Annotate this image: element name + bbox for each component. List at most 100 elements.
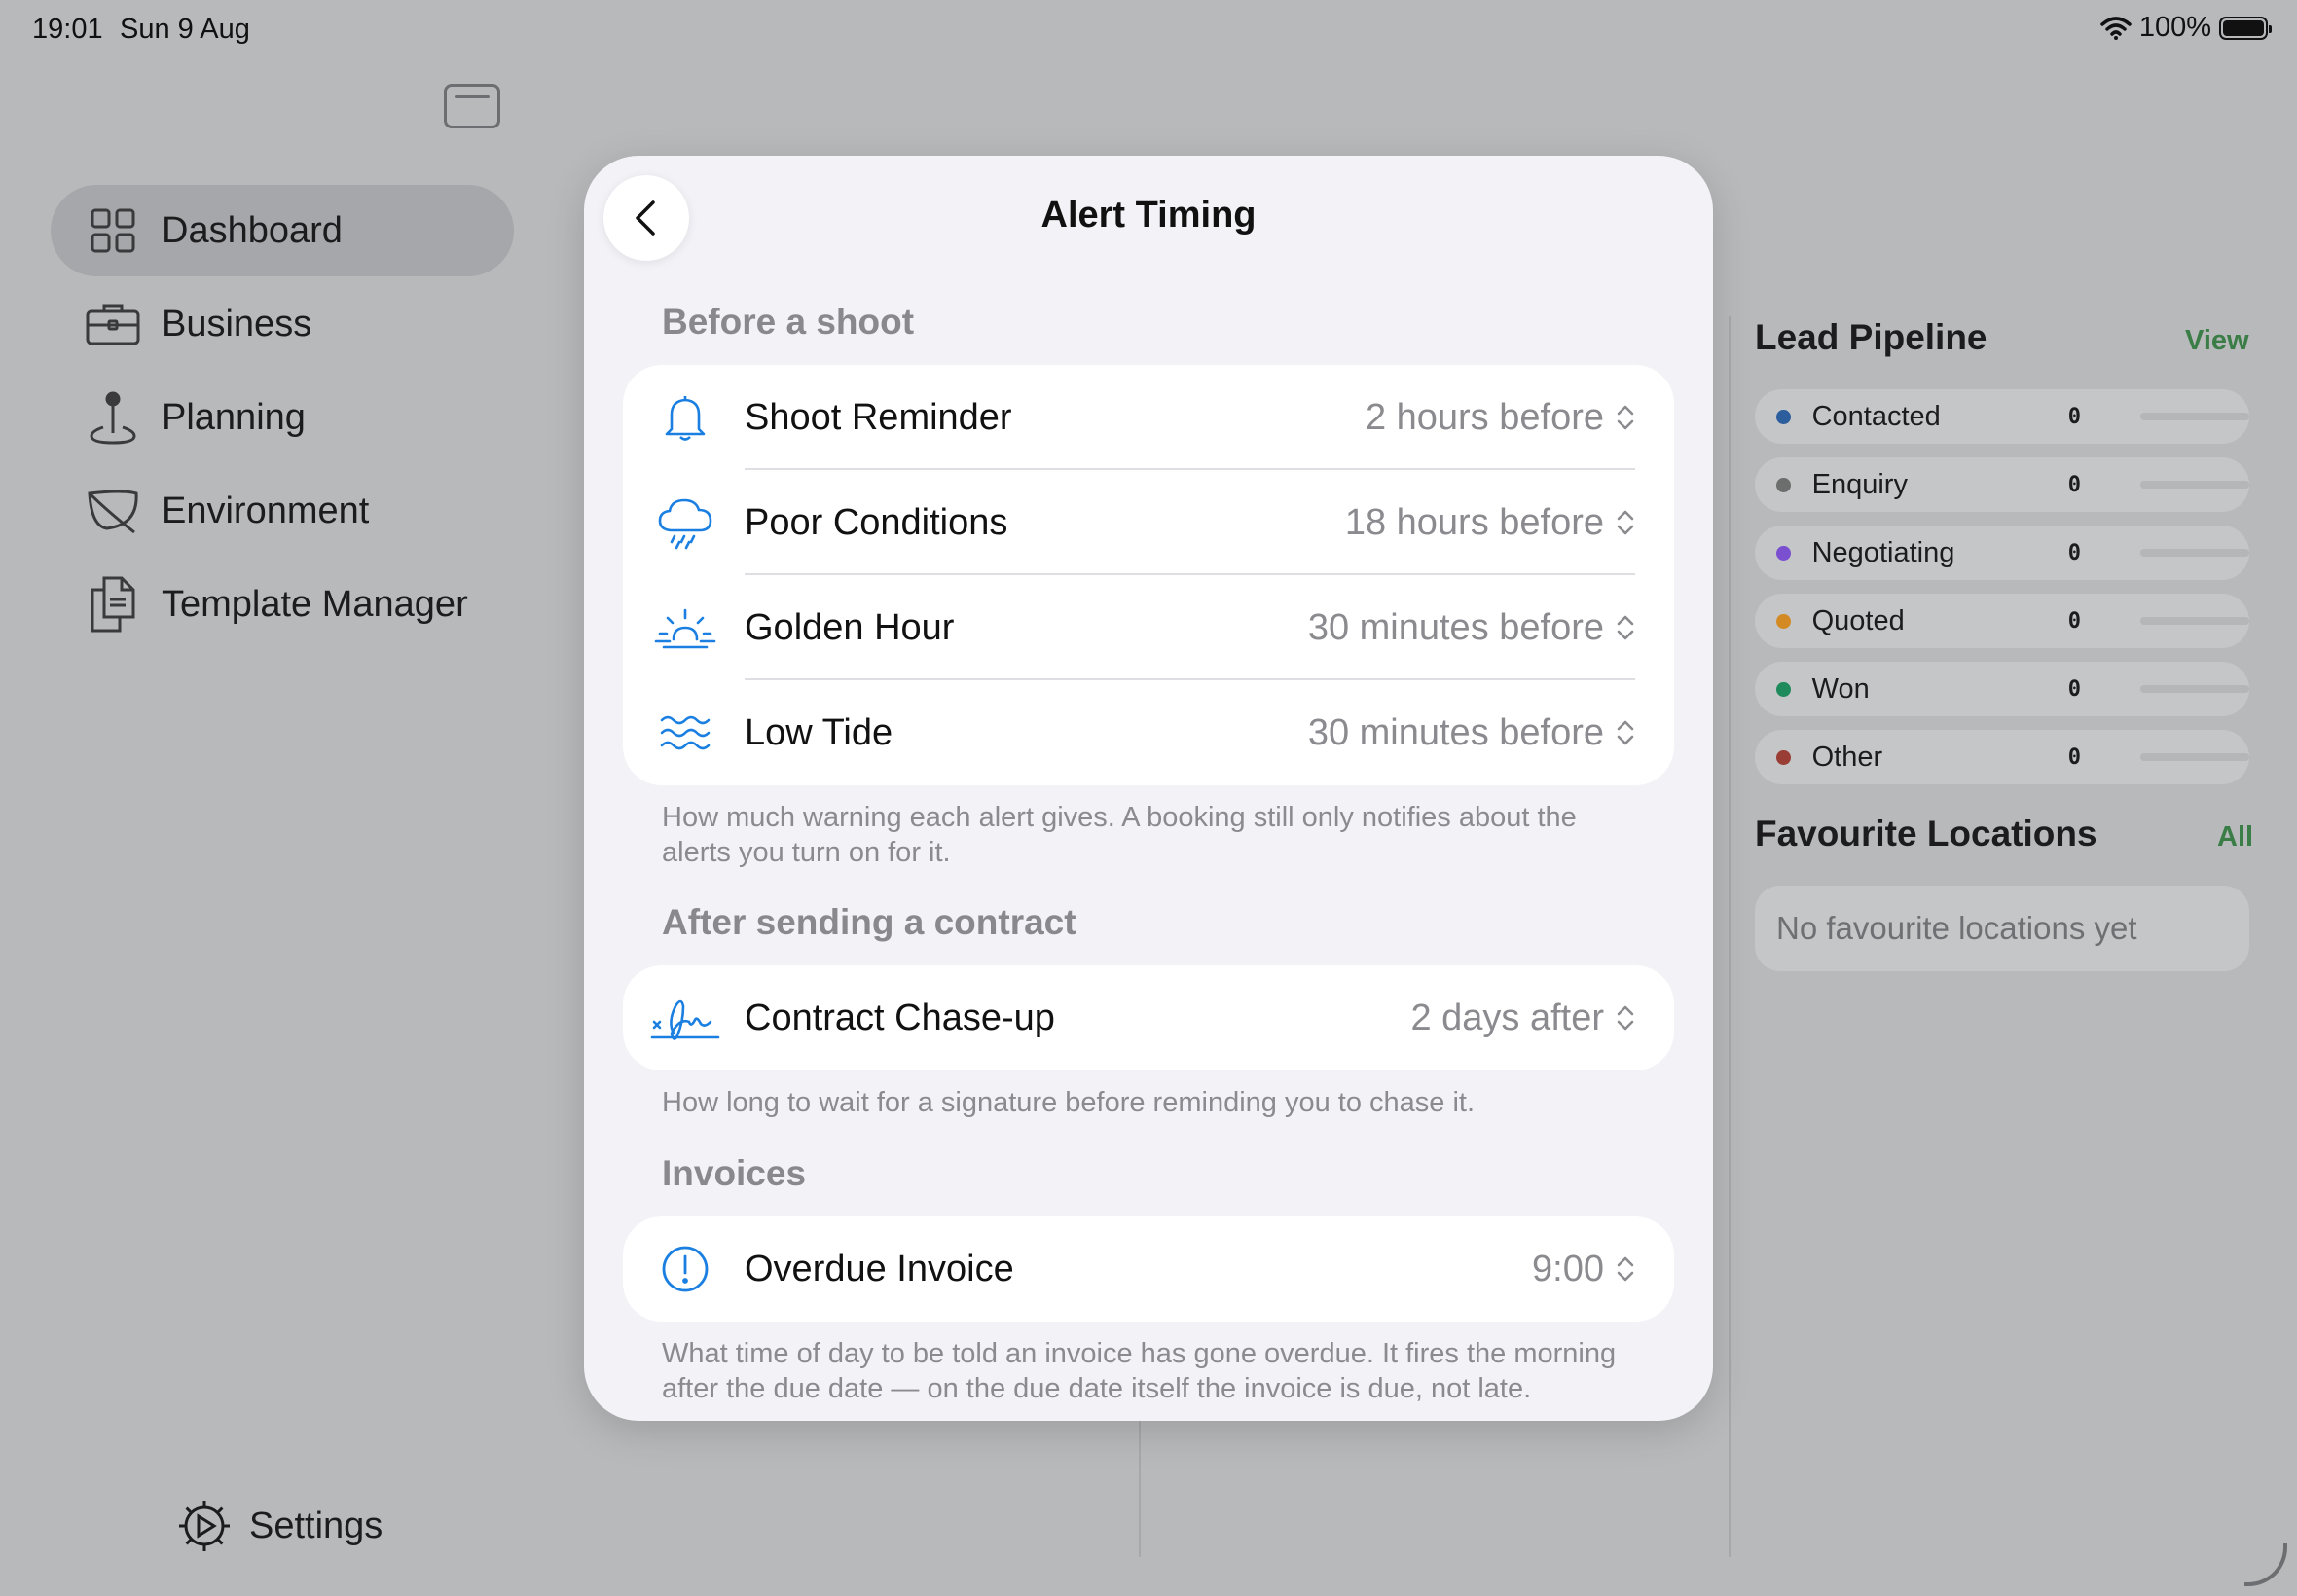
before-shoot-group: Shoot Reminder 2 hours before Poor Condi… — [623, 365, 1674, 785]
alert-value-picker[interactable]: 2 days after — [1410, 998, 1635, 1039]
alert-row-shoot-reminder[interactable]: Shoot Reminder 2 hours before — [623, 365, 1674, 470]
pipeline-label: Enquiry — [1811, 468, 1908, 500]
chevron-up-down-icon — [1617, 1005, 1634, 1031]
sidebar-item-environment[interactable]: Environment — [51, 465, 514, 557]
status-dot — [1776, 545, 1791, 561]
chevron-up-down-icon — [1617, 720, 1634, 745]
pipeline-row-enquiry[interactable]: Enquiry 0 — [1755, 457, 2249, 512]
section-header-invoices: Invoices — [662, 1153, 807, 1193]
chevron-up-down-icon — [1617, 405, 1634, 430]
alert-row-golden-hour[interactable]: Golden Hour 30 minutes before — [623, 575, 1674, 680]
sidebar-item-business[interactable]: Business — [51, 278, 514, 370]
section-footnote: What time of day to be told an invoice h… — [662, 1338, 1617, 1404]
pipeline-count: 0 — [2067, 404, 2081, 429]
alert-row-contract-chase-up[interactable]: Contract Chase-up 2 days after — [623, 965, 1674, 1070]
favourites-title: Favourite Locations — [1755, 814, 2097, 853]
grid-icon — [86, 203, 140, 258]
alert-label: Overdue Invoice — [745, 1248, 1014, 1289]
pipeline-label: Quoted — [1811, 604, 1905, 636]
pipeline-label: Contacted — [1811, 400, 1941, 432]
battery-icon — [2219, 16, 2272, 40]
alert-row-poor-conditions[interactable]: Poor Conditions 18 hours before — [623, 470, 1674, 575]
alert-value-picker[interactable]: 30 minutes before — [1308, 712, 1635, 754]
pipeline-count: 0 — [2067, 472, 2081, 497]
alert-value: 9:00 — [1532, 1248, 1604, 1289]
chevron-up-down-icon — [1617, 510, 1634, 535]
alert-label: Golden Hour — [745, 606, 955, 648]
after-contract-group: Contract Chase-up 2 days after — [623, 965, 1674, 1070]
pipeline-view-link[interactable]: View — [2185, 325, 2249, 357]
sunrise-icon — [654, 597, 716, 659]
pipeline-bar — [2139, 549, 2249, 557]
status-dot — [1776, 749, 1791, 765]
pipeline-row-contacted[interactable]: Contacted 0 — [1755, 389, 2249, 444]
resize-handle[interactable] — [2244, 1543, 2287, 1586]
sidebar-item-label: Template Manager — [162, 583, 468, 625]
sidebar-item-dashboard[interactable]: Dashboard — [51, 185, 514, 276]
map-pin-icon — [86, 390, 140, 445]
status-date: Sun 9 Aug — [120, 14, 250, 45]
alert-value-picker[interactable]: 2 hours before — [1366, 397, 1635, 439]
pipeline-bar — [2139, 617, 2249, 625]
pipeline-count: 0 — [2067, 676, 2081, 702]
chevron-up-down-icon — [1617, 615, 1634, 640]
alert-row-overdue-invoice[interactable]: Overdue Invoice 9:00 — [623, 1216, 1674, 1322]
pipeline-bar — [2139, 753, 2249, 761]
gear-icon — [179, 1501, 230, 1551]
favourites-empty-state: No favourite locations yet — [1755, 886, 2249, 971]
settings-label: Settings — [249, 1505, 383, 1546]
chevron-up-down-icon — [1617, 1256, 1634, 1282]
column-divider — [1139, 1411, 1141, 1557]
settings-button[interactable]: Settings — [177, 1499, 383, 1553]
status-time: 19:01 — [32, 14, 103, 45]
exclamation-circle-icon — [654, 1238, 716, 1300]
alert-value-picker[interactable]: 18 hours before — [1345, 502, 1635, 544]
leaf-icon — [86, 484, 140, 538]
bell-icon — [654, 386, 716, 449]
wifi-icon — [2100, 16, 2132, 40]
pipeline-bar — [2139, 481, 2249, 489]
sidebar-item-label: Environment — [162, 490, 370, 531]
section-header-before-shoot: Before a shoot — [662, 302, 915, 342]
pipeline-row-other[interactable]: Other 0 — [1755, 730, 2249, 784]
pipeline-row-won[interactable]: Won 0 — [1755, 662, 2249, 716]
alert-label: Contract Chase-up — [745, 997, 1055, 1038]
column-divider — [1729, 316, 1731, 1557]
pipeline-row-quoted[interactable]: Quoted 0 — [1755, 594, 2249, 648]
cloud-rain-icon — [654, 491, 716, 554]
section-footnote: How much warning each alert gives. A boo… — [662, 802, 1577, 868]
pipeline-bar — [2139, 685, 2249, 693]
sidebar-item-planning[interactable]: Planning — [51, 372, 514, 463]
alert-value: 2 hours before — [1365, 396, 1604, 438]
alert-value-picker[interactable]: 30 minutes before — [1308, 607, 1635, 649]
status-dot — [1776, 613, 1791, 629]
pipeline-label: Other — [1811, 741, 1883, 773]
alert-value-picker[interactable]: 9:00 — [1532, 1249, 1635, 1290]
alert-value: 30 minutes before — [1307, 711, 1604, 753]
status-right: 100% — [2100, 12, 2272, 44]
pipeline-bar — [2139, 413, 2249, 420]
sidebar-item-label: Business — [162, 303, 312, 345]
battery-percent: 100% — [2138, 12, 2211, 43]
pipeline-row-negotiating[interactable]: Negotiating 0 — [1755, 526, 2249, 580]
invoices-group: Overdue Invoice 9:00 — [623, 1216, 1674, 1322]
favourites-all-link[interactable]: All — [2217, 821, 2253, 853]
sheet-title: Alert Timing — [1040, 195, 1257, 236]
signature-icon — [650, 987, 720, 1049]
pipeline-count: 0 — [2067, 540, 2081, 565]
alert-row-low-tide[interactable]: Low Tide 30 minutes before — [623, 680, 1674, 785]
pipeline-count: 0 — [2067, 744, 2081, 770]
pipeline-label: Negotiating — [1811, 536, 1955, 568]
pipeline-count: 0 — [2067, 608, 2081, 634]
briefcase-icon — [86, 297, 140, 351]
sidebar-item-label: Dashboard — [162, 209, 343, 251]
section-header-after-contract: After sending a contract — [662, 902, 1076, 942]
status-dot — [1776, 477, 1791, 492]
sidebar-toggle-button[interactable] — [444, 84, 500, 128]
waves-icon — [654, 702, 716, 764]
alert-timing-sheet: Alert Timing Before a shoot Shoot Remind… — [584, 156, 1713, 1421]
alert-label: Shoot Reminder — [745, 396, 1012, 438]
sidebar-item-template-manager[interactable]: Template Manager — [51, 559, 514, 650]
pipeline-label: Won — [1811, 672, 1870, 705]
alert-value: 18 hours before — [1344, 501, 1604, 543]
